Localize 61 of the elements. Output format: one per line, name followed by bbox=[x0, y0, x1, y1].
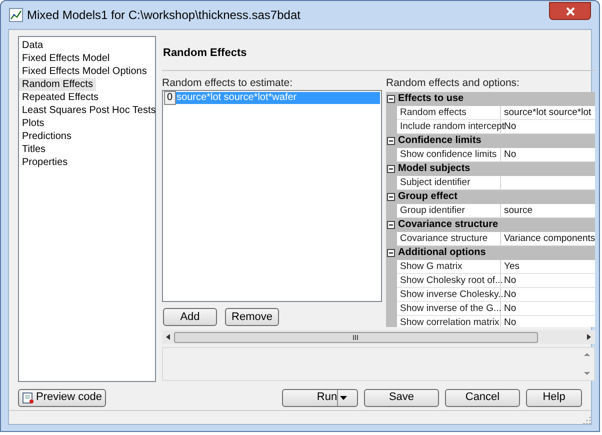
category-heading: Effects to use bbox=[398, 92, 464, 106]
property-name: Show inverse of the G... bbox=[397, 302, 501, 315]
dialog-button[interactable]: Cancel bbox=[445, 388, 520, 406]
scroll-down-icon[interactable] bbox=[583, 371, 592, 376]
caret-icon[interactable] bbox=[340, 396, 348, 400]
nav-item[interactable]: Titles bbox=[19, 143, 49, 156]
property-value[interactable]: Yes bbox=[501, 260, 520, 273]
category-heading: Additional options bbox=[398, 246, 486, 260]
grip-icon bbox=[353, 334, 359, 340]
dialog-button[interactable]: Help bbox=[526, 388, 582, 406]
property-value[interactable]: No bbox=[501, 316, 516, 327]
category-heading: Covariance structure bbox=[398, 218, 498, 232]
list-button[interactable]: Remove bbox=[225, 308, 279, 326]
property-value[interactable]: No bbox=[501, 148, 516, 161]
nav-item[interactable]: Repeated Effects bbox=[19, 91, 102, 104]
scroll-up-icon[interactable] bbox=[583, 352, 592, 357]
nav-item[interactable]: Predictions bbox=[19, 130, 74, 143]
property-value[interactable]: source*lot source*lot bbox=[501, 106, 592, 119]
scroll-thumb[interactable] bbox=[174, 332, 538, 342]
property-name: Subject identifier bbox=[397, 176, 501, 189]
nav-item[interactable]: Data bbox=[19, 39, 46, 52]
property-value[interactable]: source bbox=[501, 204, 533, 217]
nav-item[interactable]: Plots bbox=[19, 117, 48, 130]
category-heading: Model subjects bbox=[398, 162, 470, 176]
collapse-icon[interactable] bbox=[387, 94, 395, 103]
preview-code-button[interactable]: Preview code bbox=[18, 388, 106, 406]
close-button[interactable] bbox=[549, 2, 591, 20]
close-icon bbox=[566, 6, 574, 16]
collapse-icon[interactable] bbox=[387, 136, 395, 145]
row-number: 0 bbox=[164, 91, 176, 105]
resize-grip-icon[interactable] bbox=[583, 416, 591, 424]
chart-icon bbox=[9, 8, 23, 22]
category-heading: Confidence limits bbox=[398, 134, 482, 148]
nav-item[interactable]: Properties bbox=[19, 156, 71, 169]
horizontal-scrollbar[interactable] bbox=[162, 330, 596, 344]
property-name: Random effects bbox=[397, 106, 501, 119]
property-name: Show correlation matrix bbox=[397, 316, 501, 327]
property-value[interactable]: Variance components bbox=[501, 232, 596, 245]
property-name: Show confidence limits bbox=[397, 148, 501, 161]
nav-item[interactable]: Least Squares Post Hoc Tests bbox=[19, 104, 159, 117]
property-name: Group identifier bbox=[397, 204, 501, 217]
collapse-icon[interactable] bbox=[387, 248, 395, 257]
list-label: Random effects to estimate: bbox=[162, 76, 294, 90]
list-button[interactable]: Add bbox=[163, 308, 217, 326]
property-value[interactable]: No bbox=[501, 302, 516, 315]
grid-label: Random effects and options: bbox=[386, 76, 520, 91]
property-name: Show Cholesky root of... bbox=[397, 274, 501, 287]
run-button[interactable]: Run bbox=[282, 388, 358, 406]
category-heading: Group effect bbox=[398, 190, 458, 204]
collapse-icon[interactable] bbox=[387, 220, 395, 229]
property-name: Show G matrix bbox=[397, 260, 501, 273]
dialog-button[interactable]: Save bbox=[364, 388, 439, 406]
collapse-icon[interactable] bbox=[387, 164, 395, 173]
section-heading: Random Effects bbox=[163, 46, 247, 61]
document-icon bbox=[22, 392, 34, 404]
collapse-icon[interactable] bbox=[387, 192, 395, 201]
nav-item[interactable]: Fixed Effects Model bbox=[19, 52, 113, 65]
property-name: Covariance structure bbox=[397, 232, 501, 245]
nav-item[interactable]: Fixed Effects Model Options bbox=[19, 65, 150, 78]
window-title: Mixed Models1 for C:\workshop\thickness.sas7bdat bbox=[27, 7, 300, 24]
nav-item[interactable]: Random Effects bbox=[19, 78, 96, 91]
